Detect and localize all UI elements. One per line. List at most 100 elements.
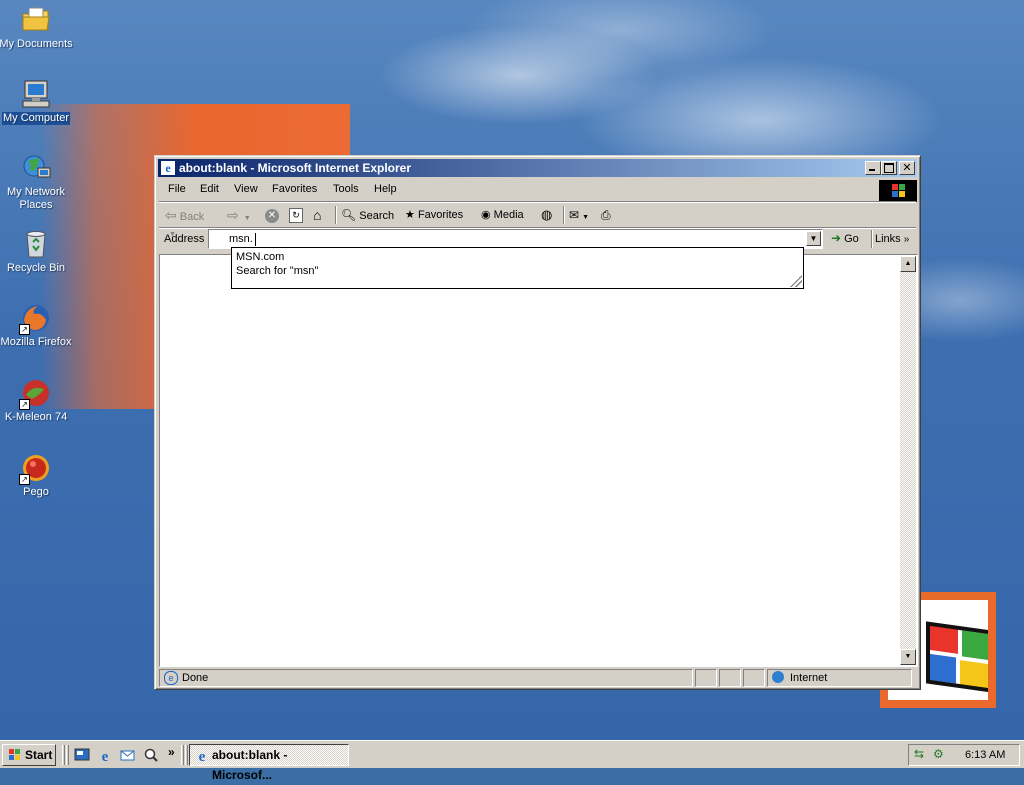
links-label: Links [875, 233, 901, 245]
taskbar-grip[interactable] [66, 745, 69, 765]
shortcut-arrow-icon: ↗ [19, 474, 30, 485]
close-icon: ✕ [902, 161, 912, 174]
menu-edit[interactable]: Edit [200, 183, 219, 195]
go-button[interactable]: ➜ Go [831, 231, 871, 249]
title-bar[interactable]: e about:blank - Microsoft Internet Explo… [158, 159, 917, 177]
address-value: msn. [229, 233, 253, 245]
media-button[interactable]: ◉ Media [481, 207, 533, 223]
desktop-icon-label: Mozilla Firefox [0, 336, 72, 348]
back-button[interactable]: ⇦ Back ▼ [165, 207, 217, 238]
outlook-express-icon[interactable] [120, 747, 136, 763]
clock[interactable]: 6:13 AM [965, 749, 1005, 761]
menu-view[interactable]: View [234, 183, 258, 195]
menu-tools[interactable]: Tools [333, 183, 359, 195]
standard-toolbar: ⇦ Back ▼ ⇨ ▼ ✕ ↻ ⌂ 🔍︎ Search ★ Favorites… [159, 203, 916, 238]
close-button[interactable]: ✕ [899, 161, 915, 175]
taskbar-grip[interactable] [62, 745, 65, 765]
addressbar-separator [871, 230, 873, 248]
minimize-button[interactable] [865, 161, 881, 175]
mail-icon: ✉ [569, 208, 580, 222]
security-zone-cell: Internet [767, 669, 912, 687]
folder-icon [20, 4, 52, 36]
favorites-label: Favorites [417, 209, 464, 221]
forward-button[interactable]: ⇨ ▼ [227, 207, 259, 223]
taskbar-grip[interactable] [181, 745, 184, 765]
desktop-icon-mozilla-firefox[interactable]: ↗ Mozilla Firefox [0, 302, 74, 349]
autocomplete-item[interactable]: MSN.com [236, 250, 284, 264]
windows-logo-icon [6, 748, 22, 762]
menu-help[interactable]: Help [374, 183, 397, 195]
safely-remove-tray-icon[interactable]: ⚙ [933, 747, 944, 761]
back-arrow-icon: ⇦ [165, 207, 177, 223]
search-quicklaunch-icon[interactable] [143, 747, 159, 763]
scroll-up-button[interactable]: ▲ [900, 256, 916, 272]
home-icon: ⌂ [313, 207, 322, 223]
search-button[interactable]: 🔍︎ Search [341, 207, 399, 223]
desktop-icon-label: Recycle Bin [6, 262, 66, 274]
address-dropdown-button[interactable]: ▼ [806, 231, 821, 246]
refresh-button[interactable]: ↻ [289, 207, 307, 223]
go-arrow-icon: ➜ [831, 231, 842, 245]
desktop-icon-my-network-places[interactable]: My Network Places [0, 152, 74, 212]
start-button[interactable]: Start [2, 744, 56, 766]
network-tray-icon[interactable]: ⇆ [914, 747, 924, 761]
menu-favorites[interactable]: Favorites [272, 183, 317, 195]
address-input[interactable]: msn. ▼ [208, 229, 823, 249]
start-label: Start [25, 748, 53, 762]
favorites-button[interactable]: ★ Favorites [405, 207, 475, 223]
search-icon: 🔍︎ [341, 208, 357, 222]
search-label: Search [359, 210, 395, 222]
page-content[interactable]: ▲ ▼ [159, 254, 918, 667]
k-meleon-icon: ↗ [19, 377, 52, 410]
stop-button[interactable]: ✕ [265, 207, 283, 223]
forward-arrow-icon: ⇨ [227, 207, 239, 223]
svg-text:e: e [199, 749, 206, 763]
vertical-scrollbar[interactable]: ▲ ▼ [900, 256, 916, 665]
desktop-icon-label: My Network Places [6, 186, 66, 211]
desktop-icon-label: My Documents [0, 38, 73, 50]
arrow-up-icon: ▲ [904, 260, 912, 267]
ie-quicklaunch-icon[interactable]: e [97, 747, 113, 765]
mail-button[interactable]: ✉ ▼ [569, 207, 595, 223]
desktop-icon-my-documents[interactable]: My Documents [0, 4, 74, 51]
ie-logo-icon: e [194, 747, 210, 765]
taskbar-button-ie[interactable]: e about:blank - Microsof... [189, 744, 349, 782]
firefox-icon: ↗ [19, 302, 52, 335]
chevron-right-icon[interactable]: » [168, 745, 175, 759]
taskbar: Start e » e about:blank - Microsof... ⇆ … [0, 740, 1024, 782]
resize-grip-icon[interactable] [790, 275, 802, 287]
chevron-down-icon: ▼ [809, 234, 818, 243]
scroll-down-button[interactable]: ▼ [900, 649, 916, 665]
links-button[interactable]: Links » [875, 233, 909, 245]
desktop-icon-my-computer[interactable]: My Computer [0, 78, 74, 125]
zone-text: Internet [790, 672, 828, 684]
chevron-down-icon: ▼ [243, 215, 251, 222]
windows-throbber-logo [879, 180, 917, 202]
desktop-icon-recycle-bin[interactable]: Recycle Bin [0, 228, 74, 275]
taskbar-grip[interactable] [185, 745, 188, 765]
print-button[interactable]: ⎙ [601, 207, 619, 223]
desktop-icon-k-meleon[interactable]: ↗ K-Meleon 74 [0, 377, 74, 424]
desktop-icon-label: K-Meleon 74 [4, 411, 68, 423]
media-label: Media [493, 209, 524, 221]
menu-file[interactable]: File [168, 183, 186, 195]
taskbar-button-label: about:blank - Microsof... [212, 748, 288, 782]
status-cell-empty [743, 669, 765, 687]
menu-bar: File Edit View Favorites Tools Help [159, 180, 871, 200]
desktop-icon-pego[interactable]: ↗ Pego [0, 452, 74, 499]
maximize-button[interactable] [881, 161, 897, 175]
show-desktop-icon[interactable] [74, 747, 90, 763]
chevron-right-icon: » [903, 234, 910, 245]
home-button[interactable]: ⌂ [313, 207, 331, 223]
toolbar-separator [563, 206, 565, 224]
svg-text:e: e [165, 161, 171, 175]
ie-window: e about:blank - Microsoft Internet Explo… [154, 155, 921, 690]
page-icon: e [164, 671, 178, 685]
chevron-down-icon: ▼ [582, 214, 590, 221]
autocomplete-item[interactable]: Search for "msn" [236, 264, 318, 278]
desktop-icon-label: Pego [23, 486, 49, 498]
shortcut-arrow-icon: ↗ [19, 399, 30, 410]
back-label: Back [179, 211, 205, 223]
history-button[interactable]: ◍ [541, 207, 559, 223]
go-label: Go [844, 233, 859, 245]
